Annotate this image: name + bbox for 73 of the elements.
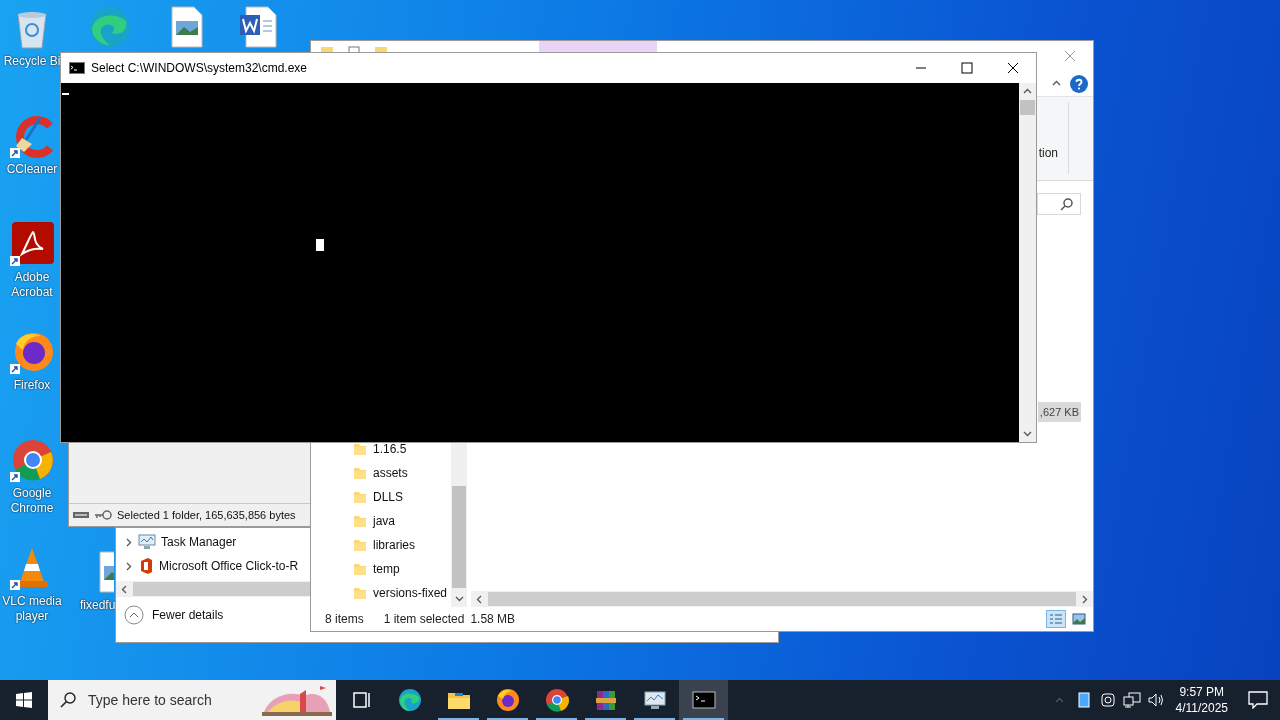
folder-icon	[353, 538, 367, 552]
image-icon	[1072, 613, 1086, 625]
folder-name[interactable]: temp	[373, 562, 400, 576]
search-field[interactable]: Type here to search	[48, 680, 336, 720]
clock[interactable]: 9:57 PM 4/11/2025	[1167, 684, 1236, 716]
status-text: Selected 1 folder, 165,635,856 bytes	[117, 509, 296, 521]
network-icon[interactable]	[1122, 692, 1141, 708]
browser-icon[interactable]	[10, 330, 54, 374]
expand-chevron-icon[interactable]	[124, 561, 133, 571]
item-count: 8 items	[325, 612, 364, 626]
ribbon-button-label[interactable]: tion	[1038, 146, 1058, 160]
folder-name[interactable]: DLLS	[373, 490, 404, 504]
process-name[interactable]: Microsoft Office Click-to-R	[159, 559, 299, 573]
selection-cursor	[316, 239, 324, 251]
folder-name[interactable]: java	[373, 514, 395, 528]
folder-icon	[353, 586, 367, 600]
speech-bubble-icon	[1248, 691, 1268, 709]
scroll-up-icon[interactable]	[1023, 87, 1032, 96]
terminal-icon	[69, 62, 85, 74]
clock-date: 4/11/2025	[1175, 700, 1228, 716]
folder-icon	[353, 490, 367, 504]
browser-icon	[494, 687, 521, 713]
search-input[interactable]: Type here to search	[86, 691, 250, 709]
scrollbar-thumb[interactable]	[1020, 100, 1035, 115]
collapse-circle-icon[interactable]	[124, 604, 144, 625]
process-name[interactable]: Task Manager	[161, 535, 237, 549]
drive-icon	[72, 510, 90, 520]
selected-file-size-cell[interactable]: ,627 KB	[1037, 402, 1081, 422]
folder-name[interactable]: versions-fixed	[373, 586, 448, 600]
maximize-icon	[961, 62, 973, 74]
folder-name[interactable]: libraries	[373, 538, 415, 552]
monitor-icon	[138, 534, 156, 550]
windows-logo-icon	[16, 692, 32, 708]
close-icon	[1064, 50, 1076, 62]
search-field[interactable]	[1037, 193, 1081, 215]
browser-icon	[396, 687, 423, 713]
collapse-ribbon-icon[interactable]	[1052, 79, 1061, 88]
folder-icon	[353, 514, 367, 528]
folder-icon	[353, 442, 367, 456]
expand-chevron-icon[interactable]	[124, 537, 133, 547]
folder-icon	[353, 562, 367, 576]
scroll-left-icon[interactable]	[475, 594, 484, 604]
scrollbar-thumb[interactable]	[133, 582, 310, 596]
folder-name[interactable]: assets	[373, 466, 408, 480]
folder-icon	[353, 466, 367, 480]
app-icon[interactable]	[10, 222, 54, 266]
office-icon	[138, 558, 154, 574]
scroll-right-icon[interactable]	[1080, 594, 1089, 604]
selection-size: 1.58 MB	[470, 612, 516, 626]
window-title: Select C:\WINDOWS\system32\cmd.exe	[91, 61, 308, 75]
taskbar-app-button[interactable]	[679, 680, 728, 720]
close-icon	[1007, 62, 1019, 74]
scroll-left-icon[interactable]	[120, 584, 129, 594]
thumbnail-view-button[interactable]	[1069, 610, 1089, 628]
list-icon	[1049, 613, 1063, 625]
key-icon	[94, 509, 112, 521]
clock-time: 9:57 PM	[1179, 684, 1225, 700]
selection-status: 1 item selected	[383, 612, 465, 626]
tablet-icon[interactable]	[1077, 692, 1090, 708]
fewer-details-button[interactable]: Fewer details	[152, 607, 224, 622]
scrollbar-thumb[interactable]	[488, 592, 1076, 606]
speaker-icon[interactable]	[1146, 692, 1165, 708]
scroll-down-icon[interactable]	[454, 594, 464, 603]
scrollbar-thumb[interactable]	[452, 486, 466, 588]
brush-icon[interactable]	[10, 114, 54, 158]
folder-name[interactable]: 1.16.5	[373, 442, 407, 456]
browser-icon[interactable]	[10, 438, 54, 482]
camera-icon[interactable]	[1099, 692, 1116, 708]
browser-icon	[543, 687, 570, 713]
search-icon	[1060, 197, 1074, 211]
search-icon	[60, 692, 76, 708]
help-icon[interactable]	[1069, 73, 1089, 94]
scroll-down-icon[interactable]	[1023, 429, 1032, 438]
